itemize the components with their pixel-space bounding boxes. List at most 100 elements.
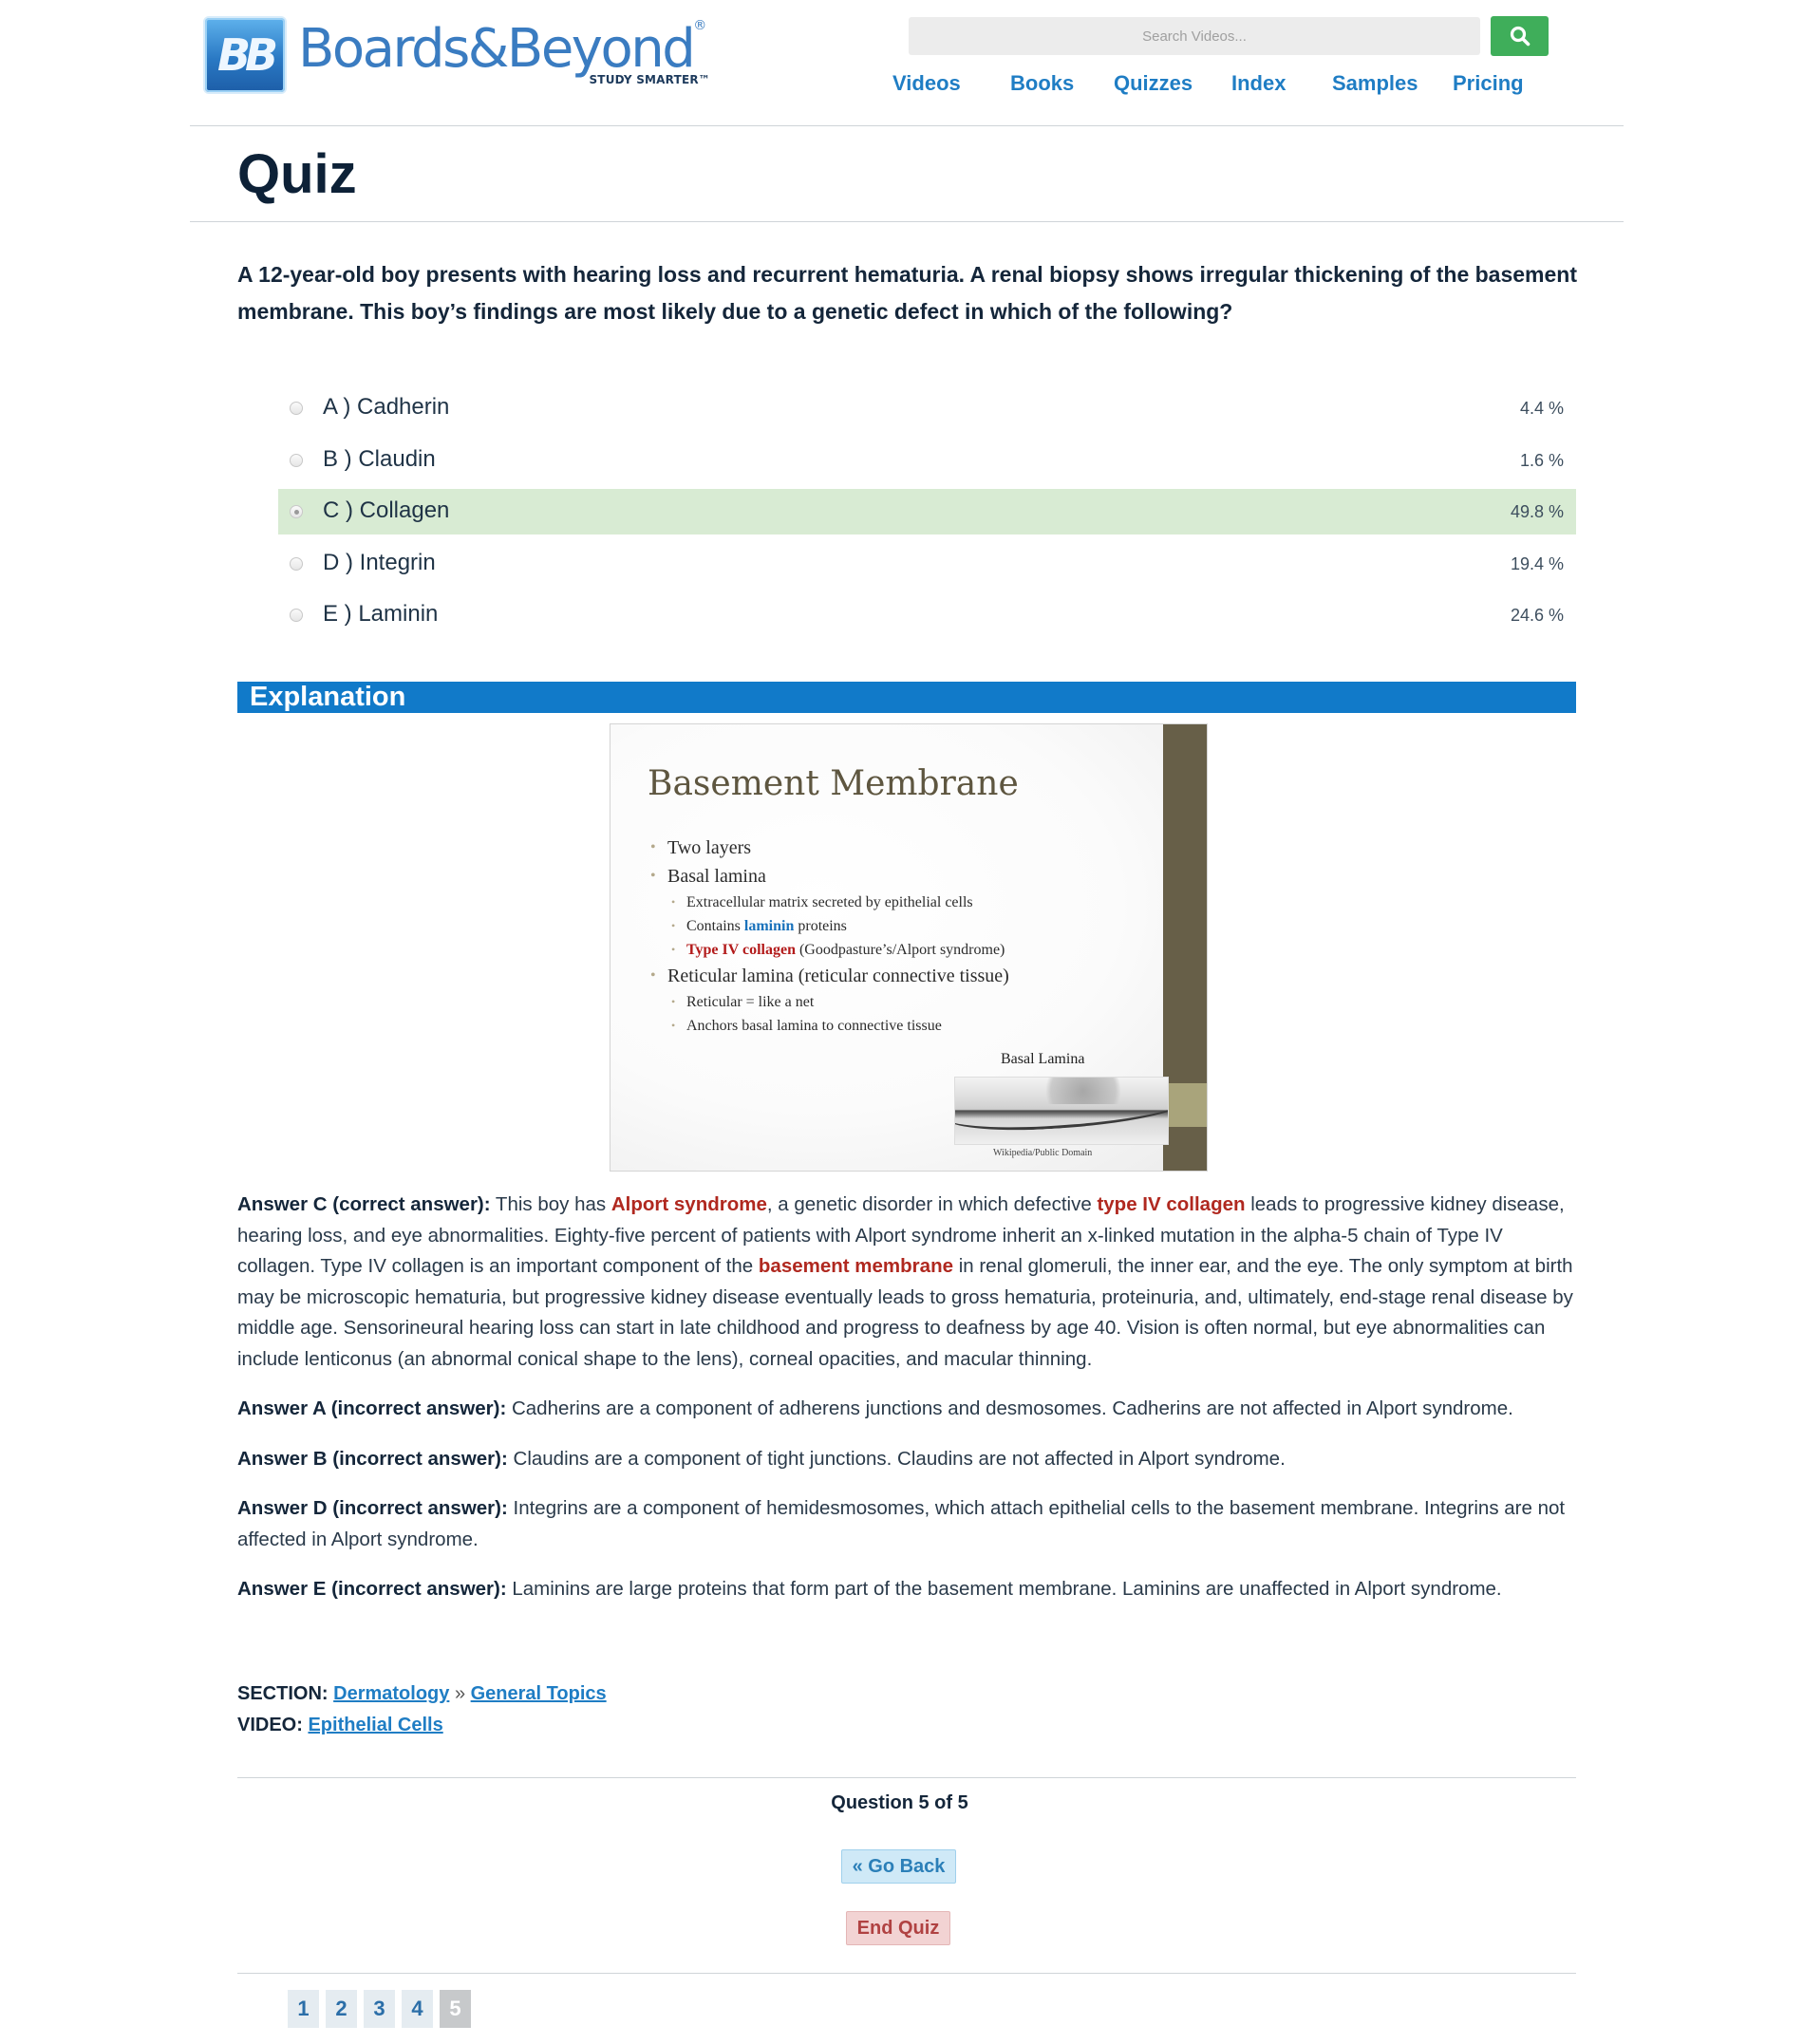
breadcrumb-separator: » xyxy=(454,1683,466,1704)
page-2-button[interactable]: 2 xyxy=(326,1990,357,2028)
answer-e-explanation: Answer E (incorrect answer): Laminins ar… xyxy=(237,1574,1578,1605)
answer-lead: Answer C (correct answer): xyxy=(237,1193,491,1215)
topic-link-general-topics[interactable]: General Topics xyxy=(471,1683,607,1704)
page-1-button[interactable]: 1 xyxy=(288,1990,319,2028)
answer-lead: Answer D (incorrect answer): xyxy=(237,1497,508,1519)
option-label: A ) Cadherin xyxy=(323,394,450,420)
site-header: BB Boards&Beyond® STUDY SMARTER™ Videos … xyxy=(190,0,1624,126)
title-divider xyxy=(190,221,1624,222)
slide-sub-bullet: Reticular = like a net xyxy=(650,990,1009,1014)
footer-divider xyxy=(237,1777,1576,1778)
keyword-collagen: type IV collagen xyxy=(1097,1193,1246,1215)
slide-text: Contains xyxy=(686,918,744,934)
option-d[interactable]: D ) Integrin 19.4 % xyxy=(278,541,1576,587)
slide-highlight-laminin: laminin xyxy=(743,918,795,934)
slide-stripe-accent xyxy=(1163,1083,1207,1127)
micrograph-caption: Basal Lamina xyxy=(1001,1051,1085,1067)
section-link-dermatology[interactable]: Dermatology xyxy=(333,1683,449,1704)
slide-bullet: Two layers xyxy=(650,834,1009,862)
option-percent: 19.4 % xyxy=(1510,553,1564,573)
search-button[interactable] xyxy=(1491,16,1549,56)
radio-button[interactable] xyxy=(290,556,303,571)
nav-index[interactable]: Index xyxy=(1231,71,1286,96)
option-label: B ) Claudin xyxy=(323,445,436,472)
keyword-basement-membrane: basement membrane xyxy=(758,1255,953,1277)
slide-title: Basement Membrane xyxy=(648,764,1019,803)
answer-lead: Answer B (incorrect answer): xyxy=(237,1447,508,1470)
option-label: D ) Integrin xyxy=(323,549,436,575)
option-a[interactable]: A ) Cadherin 4.4 % xyxy=(278,385,1576,431)
section-label: SECTION: xyxy=(237,1683,329,1704)
page-title: Quiz xyxy=(237,143,357,205)
logo-tagline: STUDY SMARTER™ xyxy=(589,73,710,86)
answer-options: A ) Cadherin 4.4 % B ) Claudin 1.6 % C )… xyxy=(278,385,1576,645)
slide-bullets: Two layers Basal lamina Extracellular ma… xyxy=(650,834,1009,1038)
nav-pricing[interactable]: Pricing xyxy=(1453,71,1524,96)
site-logo[interactable]: BB Boards&Beyond® STUDY SMARTER™ xyxy=(205,17,716,93)
logo-mark: BB xyxy=(205,18,285,92)
slide-text: (Goodpasture’s/Alport syndrome) xyxy=(795,942,1005,958)
end-quiz-button[interactable]: End Quiz xyxy=(846,1911,950,1945)
quiz-meta: SECTION: Dermatology » General Topics VI… xyxy=(237,1678,607,1741)
search-icon xyxy=(1510,26,1530,47)
option-c[interactable]: C ) Collagen 49.8 % xyxy=(278,489,1576,534)
logo-name: Boards&Beyond® xyxy=(298,18,706,80)
page-3-button[interactable]: 3 xyxy=(364,1990,395,2028)
slide-sub-bullet: Extracellular matrix secreted by epithel… xyxy=(650,891,1009,914)
go-back-button[interactable]: « Go Back xyxy=(841,1849,956,1884)
option-label: C ) Collagen xyxy=(323,497,450,523)
option-percent: 49.8 % xyxy=(1510,502,1564,521)
page-5-button-current[interactable]: 5 xyxy=(440,1990,471,2028)
video-label: VIDEO: xyxy=(237,1715,303,1735)
nav-samples[interactable]: Samples xyxy=(1332,71,1418,96)
option-label: E ) Laminin xyxy=(323,601,439,627)
radio-button-selected[interactable] xyxy=(290,505,303,518)
question-counter: Question 5 of 5 xyxy=(831,1792,968,1813)
image-credit: Wikipedia/Public Domain xyxy=(993,1148,1093,1158)
search-input[interactable] xyxy=(909,17,1480,55)
nav-quizzes[interactable]: Quizzes xyxy=(1114,71,1193,96)
radio-button[interactable] xyxy=(290,609,303,622)
question-pager: 1 2 3 4 5 xyxy=(288,1990,478,2028)
nav-videos[interactable]: Videos xyxy=(892,71,961,96)
option-b[interactable]: B ) Claudin 1.6 % xyxy=(278,438,1576,483)
explanation-text: , a genetic disorder in which defective xyxy=(766,1193,1098,1215)
radio-button[interactable] xyxy=(290,402,303,415)
option-percent: 1.6 % xyxy=(1519,450,1564,470)
logo-wordmark: Boards&Beyond® STUDY SMARTER™ xyxy=(298,18,716,92)
explanation-text: Laminins are large proteins that form pa… xyxy=(506,1578,1502,1600)
explanation-header: Explanation xyxy=(237,682,1576,713)
video-line: VIDEO: Epithelial Cells xyxy=(237,1710,607,1741)
slide-sub-bullet: Contains laminin proteins xyxy=(650,914,1009,938)
explanation-slide-image: Basement Membrane Two layers Basal lamin… xyxy=(610,723,1208,1172)
answer-a-explanation: Answer A (incorrect answer): Cadherins a… xyxy=(237,1394,1578,1425)
explanation-heading: Explanation xyxy=(250,682,406,712)
keyword-alport: Alport syndrome xyxy=(610,1193,767,1215)
section-line: SECTION: Dermatology » General Topics xyxy=(237,1678,607,1710)
explanation-text: This boy has xyxy=(490,1193,611,1215)
option-percent: 4.4 % xyxy=(1519,399,1564,418)
answer-lead: Answer A (incorrect answer): xyxy=(237,1397,507,1419)
video-link-epithelial-cells[interactable]: Epithelial Cells xyxy=(308,1715,442,1735)
main-nav: Videos Books Quizzes Index Samples Prici… xyxy=(892,71,1595,100)
slide-highlight-collagen: Type IV collagen xyxy=(686,942,796,958)
answer-lead: Answer E (incorrect answer): xyxy=(237,1578,507,1600)
logo-name-text: Boards&Beyond xyxy=(298,18,696,80)
answer-b-explanation: Answer B (incorrect answer): Claudins ar… xyxy=(237,1444,1578,1475)
slide-sub-bullet: Type IV collagen (Goodpasture’s/Alport s… xyxy=(650,938,1009,962)
slide-text: proteins xyxy=(794,918,847,934)
option-percent: 24.6 % xyxy=(1510,606,1564,625)
radio-button[interactable] xyxy=(290,453,303,467)
slide-bullet: Basal lamina xyxy=(650,862,1009,891)
slide-bullet: Reticular lamina (reticular connective t… xyxy=(650,962,1009,990)
question-stem: A 12-year-old boy presents with hearing … xyxy=(237,262,1578,324)
answer-c-explanation: Answer C (correct answer): This boy has … xyxy=(237,1190,1578,1375)
explanation-text: Cadherins are a component of adherens ju… xyxy=(506,1397,1513,1419)
option-e[interactable]: E ) Laminin 24.6 % xyxy=(278,592,1576,638)
slide-sub-bullet: Anchors basal lamina to connective tissu… xyxy=(650,1014,1009,1038)
registered-mark: ® xyxy=(693,18,706,33)
answer-d-explanation: Answer D (incorrect answer): Integrins a… xyxy=(237,1493,1578,1555)
nav-books[interactable]: Books xyxy=(1010,71,1074,96)
page-4-button[interactable]: 4 xyxy=(402,1990,433,2028)
explanation-text: Claudins are a component of tight juncti… xyxy=(507,1447,1286,1470)
